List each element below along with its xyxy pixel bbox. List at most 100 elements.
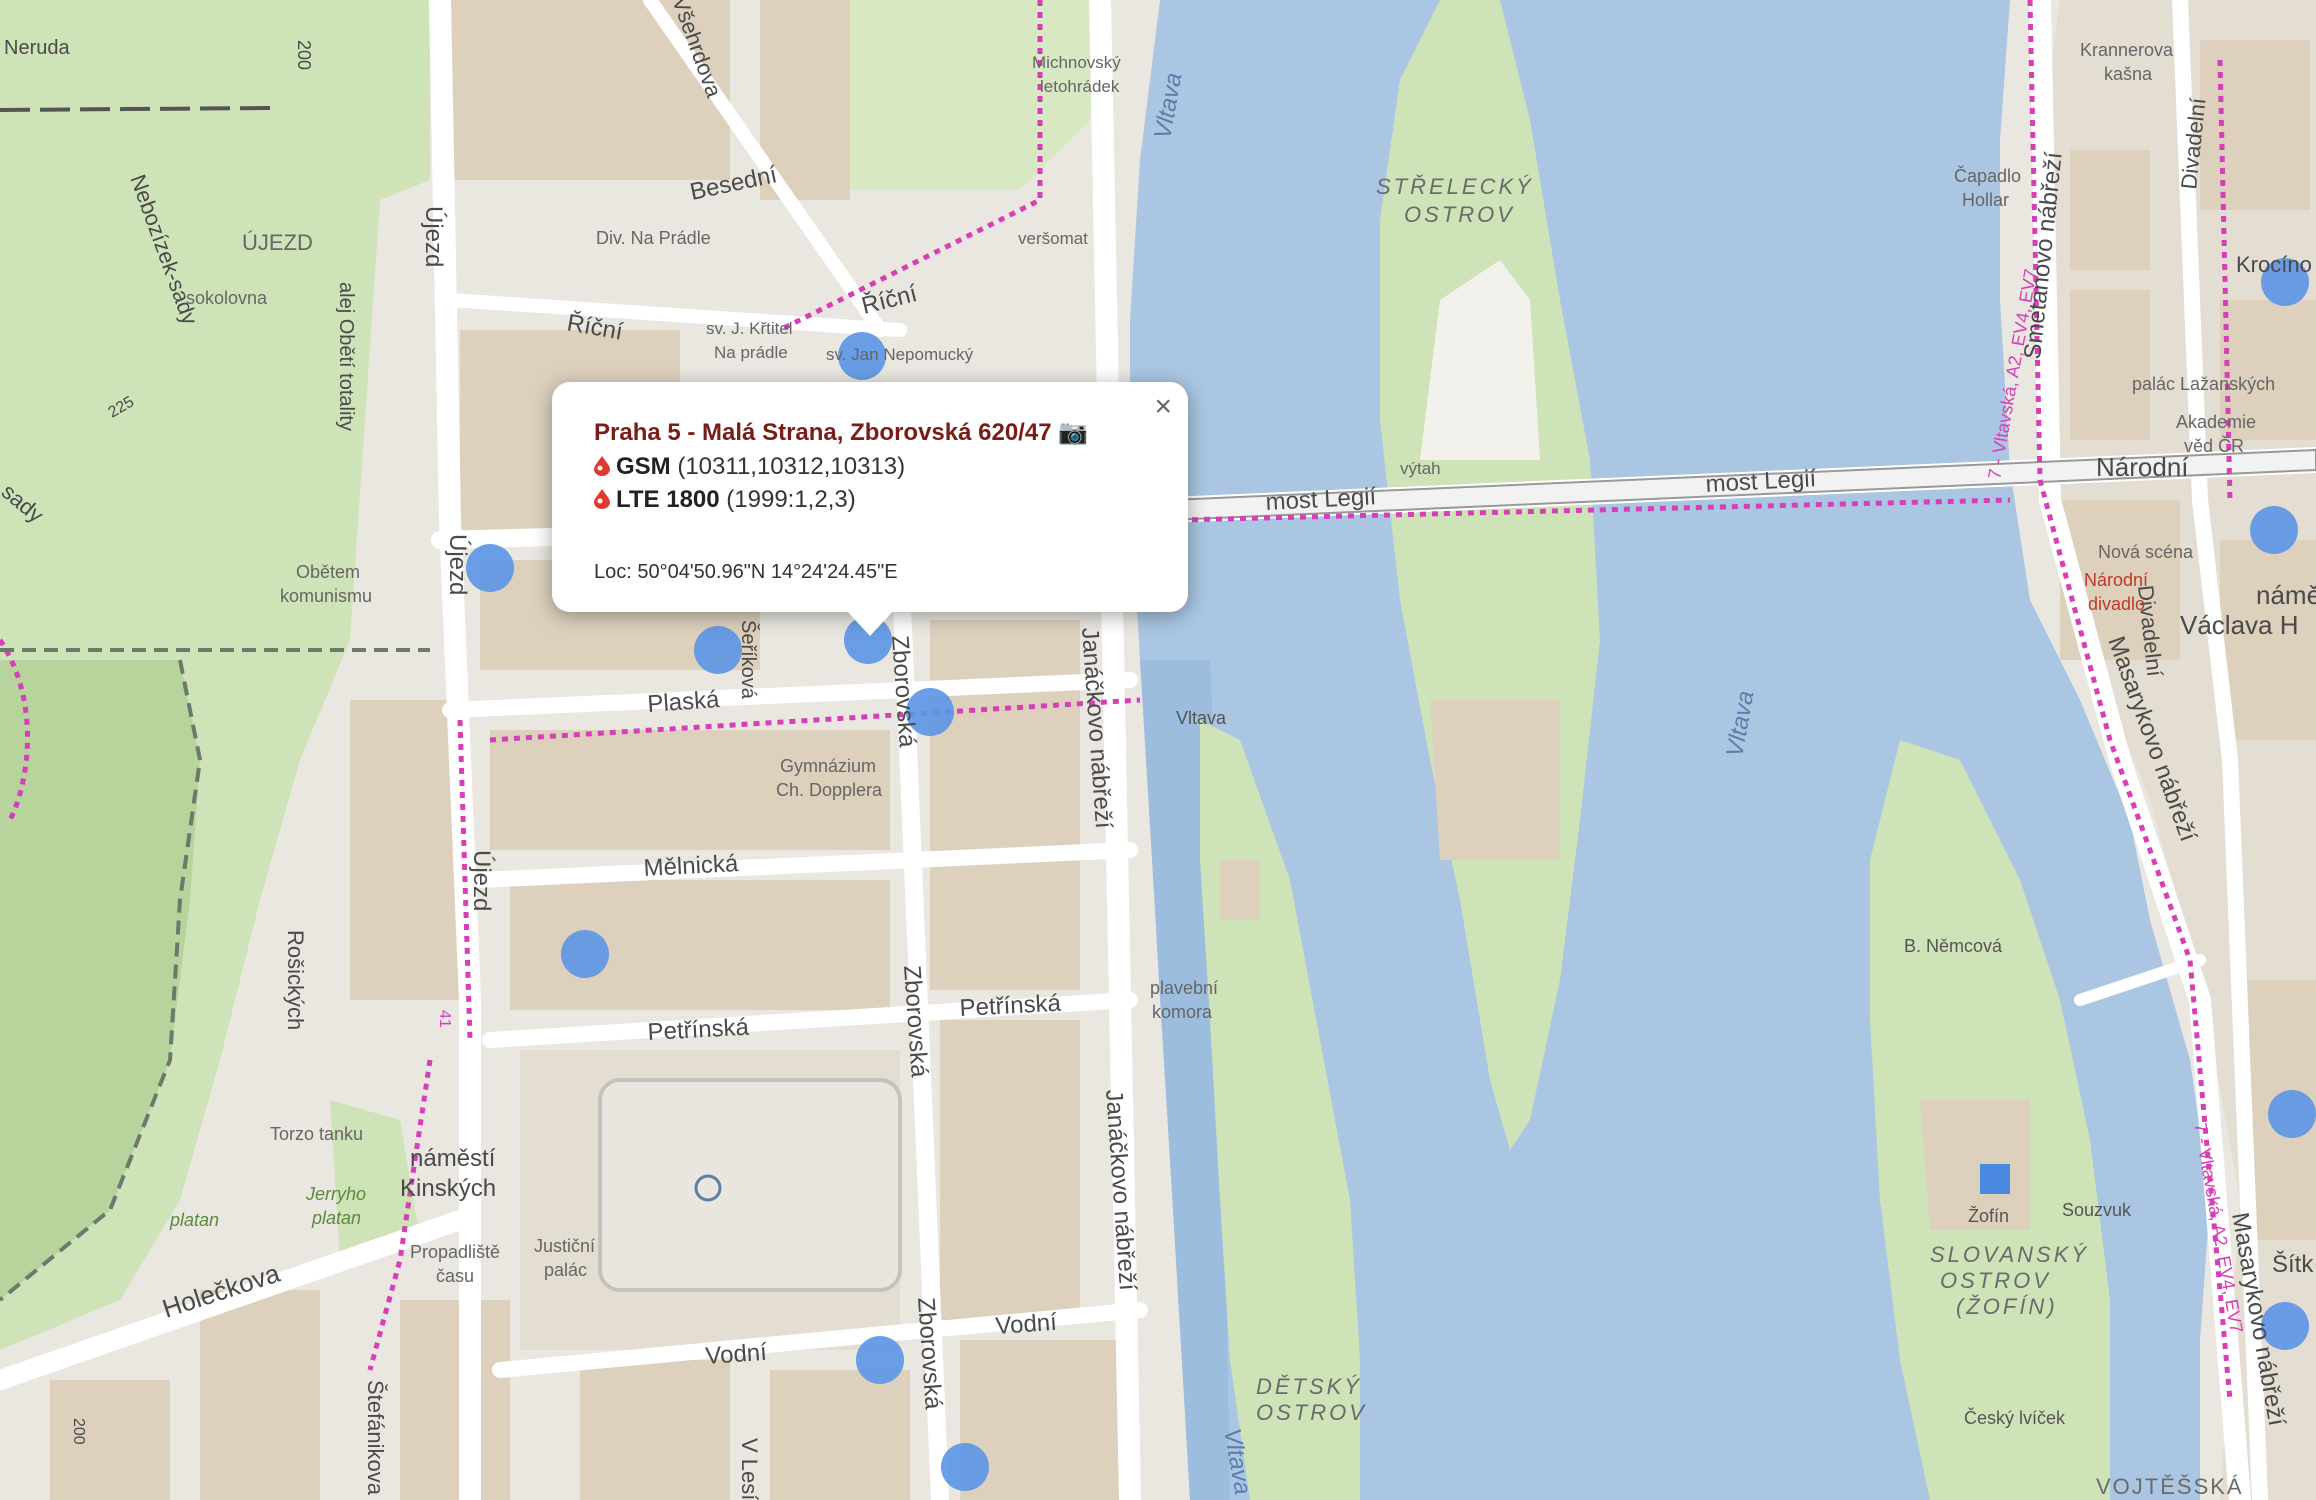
block-11: [580, 1360, 730, 1500]
label-plavebni2: komora: [1152, 1002, 1213, 1022]
label-michnovsky2: letohrádek: [1040, 77, 1120, 96]
label-kritel1: sv. J. Křtitel: [706, 319, 793, 338]
label-petrinska1: Petřínská: [647, 1014, 750, 1046]
label-strelecky2: OSTROV: [1404, 202, 1515, 227]
label-akademie2: věd ČR: [2184, 435, 2244, 456]
label-ujezd2: Újezd: [444, 534, 471, 595]
label-michnovsky1: Michnovský: [1032, 53, 1121, 72]
label-krannerova1: Krannerova: [2080, 40, 2174, 60]
label-n200b: 200: [70, 1418, 87, 1445]
popup-title-text: Praha 5 - Malá Strana, Zborovská 620/47: [594, 419, 1052, 446]
label-vltava-station: Vltava: [1176, 708, 1227, 728]
island-detsky-building: [1220, 860, 1260, 920]
label-stefanikova: Štefánikova: [363, 1380, 388, 1496]
label-lazanskych: palác Lažanských: [2132, 374, 2275, 394]
building-r2: [2070, 290, 2150, 440]
label-propadliste2: času: [436, 1266, 474, 1286]
label-cesky-ivicek: Český lvíček: [1964, 1407, 2066, 1428]
label-div-na-pradle: Div. Na Prádle: [596, 228, 711, 248]
label-neruda: Neruda: [4, 37, 70, 59]
building-r1: [2070, 150, 2150, 270]
label-versomat: veršomat: [1018, 229, 1088, 248]
label-krannerova2: kašna: [2104, 64, 2153, 84]
tech-lte-name: LTE 1800: [616, 486, 720, 514]
label-plavebni1: plavební: [1150, 978, 1218, 998]
label-ujezd1: Újezd: [420, 206, 447, 267]
label-n41: 41: [436, 1010, 453, 1028]
label-propadliste1: Propadliště: [410, 1242, 500, 1262]
funicular: [0, 106, 271, 112]
vodafone-drop-icon: [594, 455, 610, 476]
block-15: [200, 1290, 320, 1500]
label-petrinska2: Petřínská: [959, 990, 1062, 1022]
cell-marker: [466, 544, 514, 592]
island-strelecky-building: [1430, 700, 1560, 860]
label-sefrikova: Šeříková: [737, 620, 760, 700]
square-park: [598, 1078, 902, 1292]
label-namesti-vh1: náměs: [2256, 580, 2316, 610]
label-slovansky2: OSTROV: [1940, 1268, 2051, 1293]
label-kinskych1: náměstí: [410, 1145, 496, 1172]
zofin-marker[interactable]: [1980, 1164, 2010, 1194]
label-detsky1: DĚTSKÝ: [1256, 1374, 1362, 1399]
camera-icon[interactable]: 📷: [1058, 419, 1088, 446]
label-namesti-vh2: Václava H: [2180, 610, 2299, 640]
label-capadlo2: Hollar: [1962, 190, 2009, 210]
tech-lte-row: LTE 1800 (1999:1,2,3): [594, 483, 1144, 517]
label-vytah: výtah: [1400, 459, 1441, 478]
label-slovansky3: (ŽOFÍN): [1956, 1294, 2058, 1319]
label-nova-scena: Nová scéna: [2098, 542, 2194, 562]
block-16: [50, 1380, 170, 1500]
block-14: [400, 1300, 510, 1500]
label-vodni1: Vodní: [705, 1339, 768, 1370]
tech-lte-values: (1999:1,2,3): [726, 486, 856, 514]
building-r6: [2220, 540, 2316, 740]
block-9: [940, 1020, 1080, 1320]
label-kritel2: Na prádle: [714, 343, 788, 362]
label-sitk: Šítk: [2272, 1250, 2314, 1278]
tech-gsm-row: GSM (10311,10312,10313): [594, 450, 1144, 484]
cell-info-popup: × Praha 5 - Malá Strana, Zborovská 620/4…: [552, 382, 1188, 612]
label-narodni: Národní: [2096, 452, 2189, 482]
cell-marker: [694, 626, 742, 674]
label-jerryho2: platan: [311, 1208, 361, 1228]
label-nemcova: B. Němcová: [1904, 936, 2003, 956]
popup-title: Praha 5 - Malá Strana, Zborovská 620/47 …: [594, 416, 1144, 450]
label-narodni-divadlo2: divadlo: [2088, 594, 2145, 614]
label-detsky2: OSTROV: [1256, 1400, 1367, 1425]
cell-marker: [2268, 1090, 2316, 1138]
vodafone-drop-icon: [594, 489, 610, 510]
label-ujezd3: Újezd: [468, 850, 495, 911]
block-12: [770, 1370, 910, 1500]
label-vojtesska: VOJTĚŠSKÁ: [2096, 1474, 2244, 1499]
label-vodni2: Vodní: [995, 1309, 1058, 1340]
label-obetem1: Obětem: [296, 562, 360, 582]
label-gymnazium1: Gymnázium: [780, 756, 876, 776]
label-justicni1: Justiční: [534, 1236, 595, 1256]
map-canvas[interactable]: Neruda 200 ÚJEZD sokolovna Nebozízek-sad…: [0, 0, 2316, 1500]
label-souzvuk: Souzvuk: [2062, 1200, 2132, 1220]
cell-marker: [941, 1443, 989, 1491]
label-justicni2: palác: [544, 1260, 587, 1280]
label-torzo: Torzo tanku: [270, 1124, 363, 1144]
label-obetem2: komunismu: [280, 586, 372, 606]
tech-gsm-name: GSM: [616, 452, 671, 480]
label-capadlo1: Čapadlo: [1954, 165, 2021, 186]
label-gymnazium2: Ch. Dopplera: [776, 780, 883, 800]
label-melnicka: Mělnická: [643, 850, 740, 882]
label-roscickych: Rošických: [283, 930, 308, 1030]
label-zofin: Žofín: [1968, 1206, 2009, 1226]
label-alej: alej Obětí totality: [335, 282, 357, 431]
cell-marker: [2250, 506, 2298, 554]
cell-marker: [856, 1336, 904, 1384]
label-platan: platan: [169, 1210, 219, 1230]
close-icon[interactable]: ×: [1154, 392, 1172, 422]
label-strelecky1: STŘELECKÝ: [1376, 174, 1534, 199]
label-n200a: 200: [294, 40, 314, 70]
popup-location: Loc: 50°04'50.96"N 14°24'24.45"E: [594, 560, 898, 583]
label-narodni-divadlo1: Národní: [2084, 570, 2148, 590]
label-ujezd-district: ÚJEZD: [242, 230, 313, 255]
label-kinskych2: Kinských: [400, 1175, 496, 1202]
popup-tip: [846, 610, 894, 636]
label-v-lesicku: V Lesíčku: [737, 1438, 762, 1500]
